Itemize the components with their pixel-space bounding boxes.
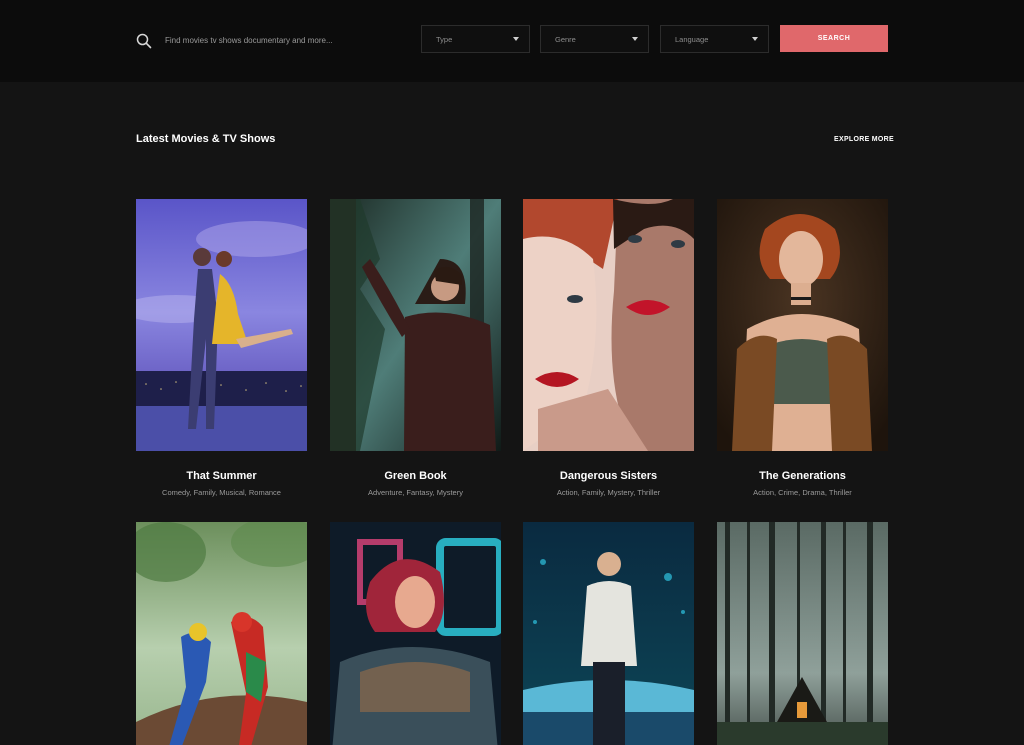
type-select[interactable]: Type [421,25,530,53]
movie-card[interactable]: The Generations Action, Crime, Drama, Th… [717,199,888,497]
movie-poster[interactable] [717,199,888,451]
movie-card[interactable] [717,522,888,745]
movie-genres: Adventure, Fantasy, Mystery [368,488,463,497]
search-icon[interactable] [136,33,152,49]
poster-image [523,522,694,745]
poster-image [523,199,694,451]
language-select-label: Language [675,34,709,44]
movie-card[interactable] [136,522,307,745]
poster-image [330,199,501,451]
movie-card[interactable] [523,522,694,745]
chevron-down-icon [632,37,638,41]
poster-image [717,522,888,745]
poster-image [330,522,501,745]
search-input[interactable] [160,28,400,52]
movie-poster[interactable] [330,199,501,451]
search-button[interactable]: SEARCH [780,25,888,52]
explore-more-link[interactable]: EXPLORE MORE [834,136,894,143]
movie-poster[interactable] [136,522,307,745]
movie-title[interactable]: The Generations [717,470,888,482]
movie-card[interactable] [330,522,501,745]
movie-title[interactable]: That Summer [136,470,307,482]
section-title: Latest Movies & TV Shows [136,133,276,145]
movie-poster[interactable] [523,199,694,451]
movie-genres: Action, Crime, Drama, Thriller [753,488,852,497]
language-select[interactable]: Language [660,25,769,53]
chevron-down-icon [752,37,758,41]
movie-title[interactable]: Green Book [330,470,501,482]
movie-genres: Comedy, Family, Musical, Romance [162,488,281,497]
genre-select-label: Genre [555,34,576,44]
poster-image [136,199,307,451]
chevron-down-icon [513,37,519,41]
movie-title[interactable]: Dangerous Sisters [523,470,694,482]
movie-card[interactable]: Dangerous Sisters Action, Family, Myster… [523,199,694,497]
movie-poster[interactable] [717,522,888,745]
top-search-bar: Type Genre Language SEARCH [0,0,1024,82]
type-select-label: Type [436,34,453,44]
movie-poster[interactable] [136,199,307,451]
movie-poster[interactable] [330,522,501,745]
movie-poster[interactable] [523,522,694,745]
poster-image [717,199,888,451]
movie-card[interactable]: Green Book Adventure, Fantasy, Mystery [330,199,501,497]
genre-select[interactable]: Genre [540,25,649,53]
movie-genres: Action, Family, Mystery, Thriller [556,488,661,497]
movie-card[interactable]: That Summer Comedy, Family, Musical, Rom… [136,199,307,497]
poster-image [136,522,307,745]
